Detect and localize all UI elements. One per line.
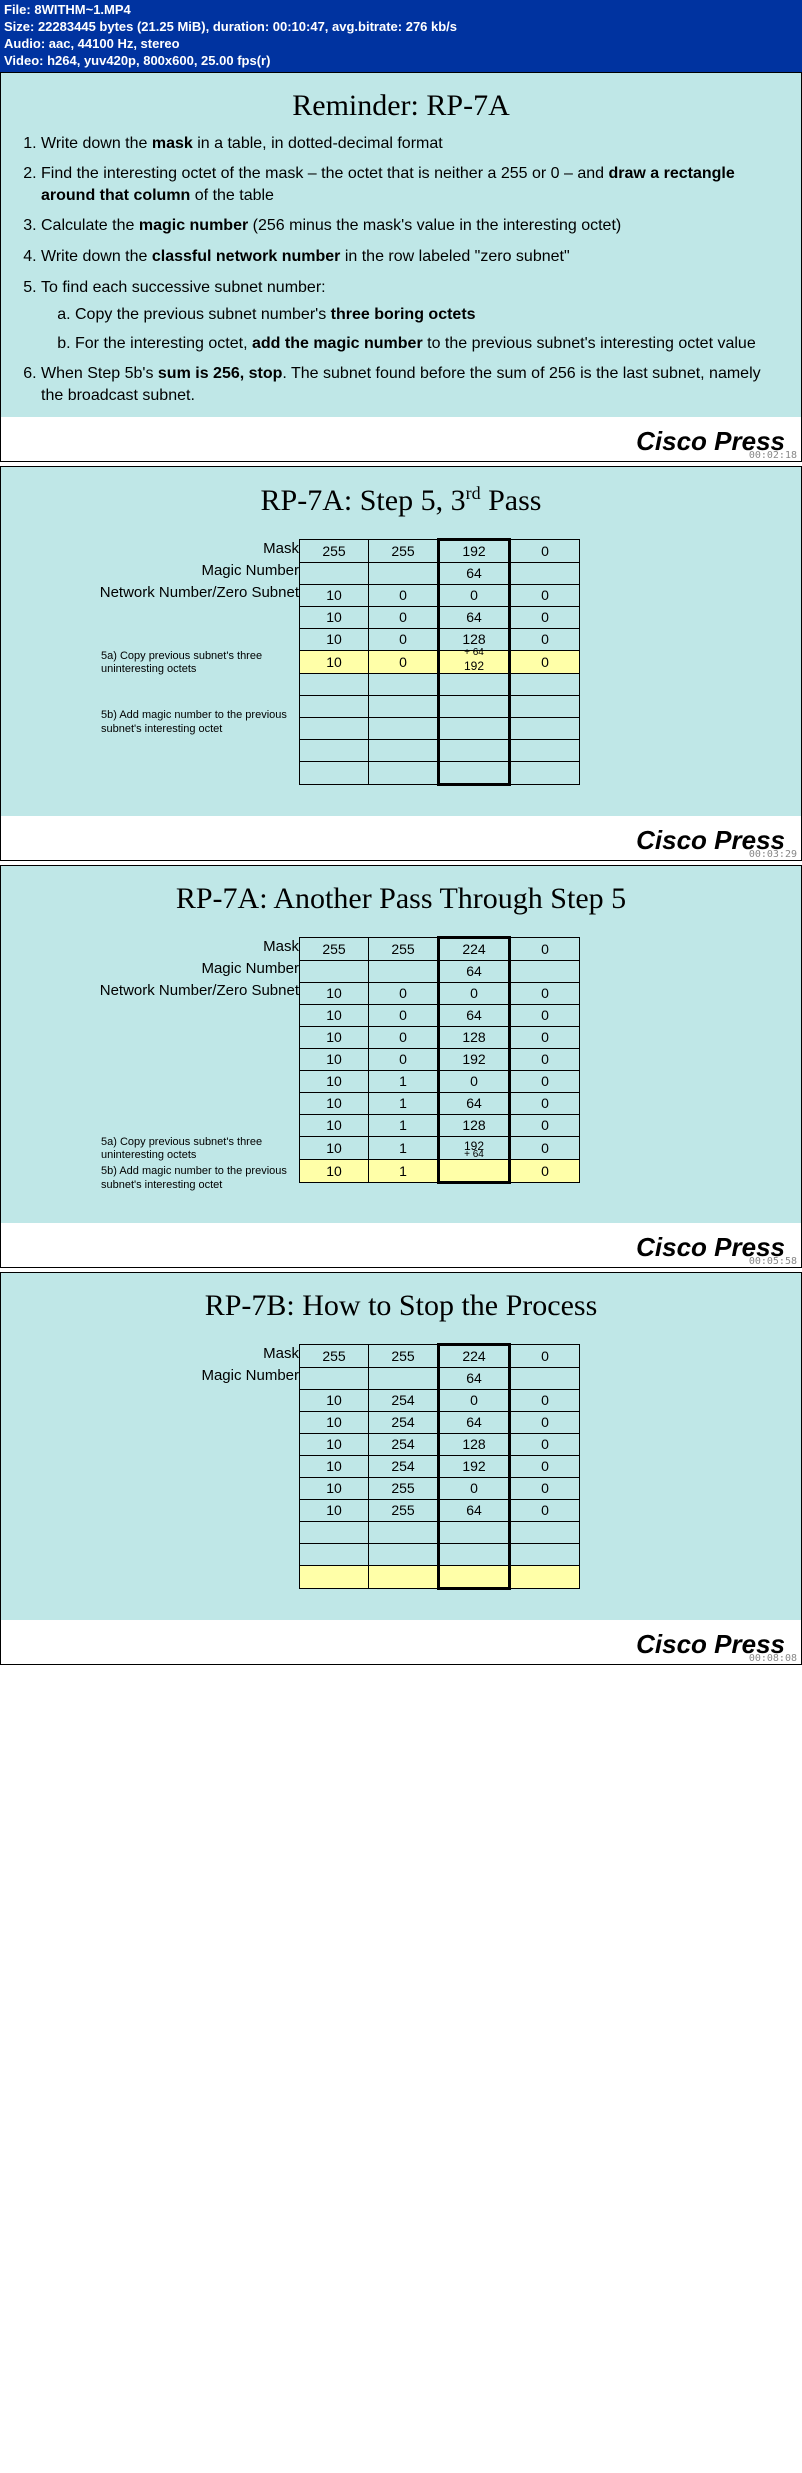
slide-another-pass: RP-7A: Another Pass Through Step 5 Mask … bbox=[0, 865, 802, 1268]
label-mask: Mask bbox=[31, 1343, 299, 1365]
subnet-table: 2552551920 64 10000 100640 1001280 100+ … bbox=[299, 538, 580, 786]
note-5b: 5b) Add magic number to the previous sub… bbox=[31, 1163, 299, 1193]
note-5a: 5a) Copy previous subnet's three uninter… bbox=[31, 648, 299, 678]
subnet-table: 2552552240 64 10000 100640 1001280 10019… bbox=[299, 936, 580, 1184]
subnet-table: 2552552240 64 1025400 10254640 102541280… bbox=[299, 1343, 580, 1590]
file-size: Size: 22283445 bytes (21.25 MiB), durati… bbox=[4, 19, 798, 36]
file-video: Video: h264, yuv420p, 800x600, 25.00 fps… bbox=[4, 53, 798, 70]
table-area: Mask Magic Number 2552552240 64 1025400 … bbox=[1, 1333, 801, 1620]
label-magic: Magic Number bbox=[31, 560, 299, 582]
label-mask: Mask bbox=[31, 538, 299, 560]
footer-bar: Cisco Press 00:03:29 bbox=[1, 816, 801, 860]
substeps-list: Copy the previous subnet number's three … bbox=[53, 304, 783, 354]
step-3: Calculate the magic number (256 minus th… bbox=[41, 215, 783, 237]
footer-bar: Cisco Press 00:05:58 bbox=[1, 1223, 801, 1267]
note-5b: 5b) Add magic number to the previous sub… bbox=[31, 707, 299, 737]
slide-stop-process: RP-7B: How to Stop the Process Mask Magi… bbox=[0, 1272, 802, 1665]
label-zero: Network Number/Zero Subnet bbox=[31, 582, 299, 604]
step-4: Write down the classful network number i… bbox=[41, 246, 783, 268]
steps-list: Write down the mask in a table, in dotte… bbox=[19, 133, 783, 407]
timestamp: 00:03:29 bbox=[749, 849, 797, 860]
file-name: File: 8WITHM~1.MP4 bbox=[4, 2, 798, 19]
footer-bar: Cisco Press 00:08:08 bbox=[1, 1620, 801, 1664]
row-labels: Mask Magic Number Network Number/Zero Su… bbox=[31, 936, 299, 1193]
file-info-bar: File: 8WITHM~1.MP4 Size: 22283445 bytes … bbox=[0, 0, 802, 72]
step-5: To find each successive subnet number: C… bbox=[41, 277, 783, 355]
label-magic: Magic Number bbox=[31, 1365, 299, 1387]
slide-reminder: Reminder: RP-7A Write down the mask in a… bbox=[0, 72, 802, 462]
table-area: Mask Magic Number Network Number/Zero Su… bbox=[1, 926, 801, 1223]
slide-title: Reminder: RP-7A bbox=[1, 73, 801, 133]
file-audio: Audio: aac, 44100 Hz, stereo bbox=[4, 36, 798, 53]
label-zero: Network Number/Zero Subnet bbox=[31, 980, 299, 1002]
label-mask: Mask bbox=[31, 936, 299, 958]
slide-title: RP-7A: Step 5, 3rd Pass bbox=[1, 467, 801, 528]
slide-title: RP-7A: Another Pass Through Step 5 bbox=[1, 866, 801, 926]
step-2: Find the interesting octet of the mask –… bbox=[41, 163, 783, 206]
step-5b: For the interesting octet, add the magic… bbox=[75, 333, 783, 355]
note-5a: 5a) Copy previous subnet's three uninter… bbox=[31, 1134, 299, 1164]
label-magic: Magic Number bbox=[31, 958, 299, 980]
step-6: When Step 5b's sum is 256, stop. The sub… bbox=[41, 363, 783, 406]
footer-bar: Cisco Press 00:02:18 bbox=[1, 417, 801, 461]
row-labels: Mask Magic Number Network Number/Zero Su… bbox=[31, 538, 299, 737]
table-area: Mask Magic Number Network Number/Zero Su… bbox=[1, 528, 801, 816]
slide-title: RP-7B: How to Stop the Process bbox=[1, 1273, 801, 1333]
timestamp: 00:08:08 bbox=[749, 1653, 797, 1664]
row-labels: Mask Magic Number bbox=[31, 1343, 299, 1387]
timestamp: 00:05:58 bbox=[749, 1256, 797, 1267]
slide-step5-pass3: RP-7A: Step 5, 3rd Pass Mask Magic Numbe… bbox=[0, 466, 802, 861]
timestamp: 00:02:18 bbox=[749, 450, 797, 461]
step-1: Write down the mask in a table, in dotte… bbox=[41, 133, 783, 155]
step-5a: Copy the previous subnet number's three … bbox=[75, 304, 783, 326]
